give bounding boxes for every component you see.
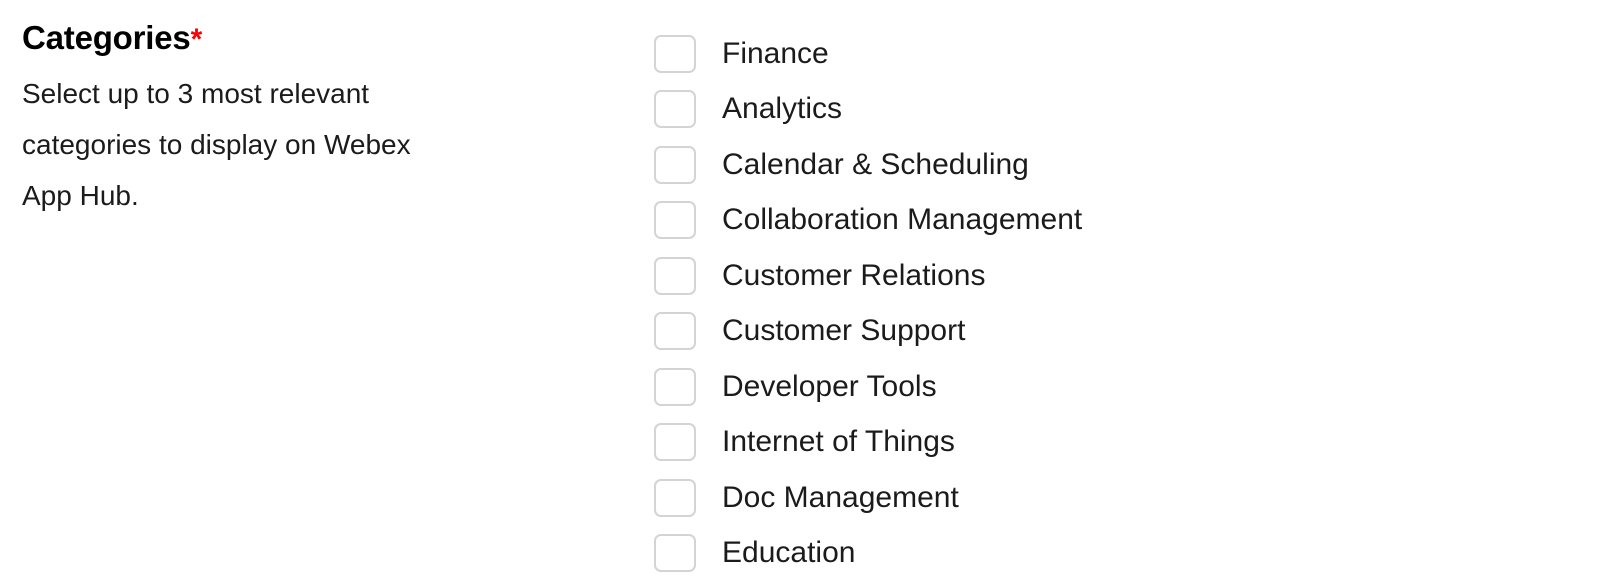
checkbox-label: Collaboration Management xyxy=(722,201,1082,239)
list-item[interactable]: Collaboration Management xyxy=(654,193,1554,249)
checkbox-internet-of-things[interactable] xyxy=(654,423,696,461)
checkbox-calendar-scheduling[interactable] xyxy=(654,146,696,184)
category-checkbox-list: Finance Analytics Calendar & Scheduling Col… xyxy=(654,26,1554,581)
list-item[interactable]: Education xyxy=(654,526,1554,581)
field-help-text: Select up to 3 most relevant categories … xyxy=(22,68,442,221)
list-item[interactable]: Customer Relations xyxy=(654,248,1554,304)
list-item[interactable]: Analytics xyxy=(654,82,1554,138)
checkbox-label: Calendar & Scheduling xyxy=(722,146,1029,184)
checkbox-label: Doc Management xyxy=(722,479,959,517)
checkbox-label: Developer Tools xyxy=(722,368,937,406)
list-item[interactable]: Customer Support xyxy=(654,304,1554,360)
field-label-column: Categories* Select up to 3 most relevant… xyxy=(22,18,542,221)
list-item[interactable]: Finance xyxy=(654,26,1554,82)
checkbox-developer-tools[interactable] xyxy=(654,368,696,406)
checkbox-finance[interactable] xyxy=(654,35,696,73)
list-item[interactable]: Doc Management xyxy=(654,470,1554,526)
checkbox-customer-relations[interactable] xyxy=(654,257,696,295)
checkbox-doc-management[interactable] xyxy=(654,479,696,517)
checkbox-label: Finance xyxy=(722,35,829,73)
checkbox-label: Analytics xyxy=(722,90,842,128)
checkbox-label: Customer Support xyxy=(722,312,965,350)
required-asterisk: * xyxy=(191,23,202,56)
checkbox-label: Internet of Things xyxy=(722,423,955,461)
categories-form-field: Categories* Select up to 3 most relevant… xyxy=(0,0,1614,560)
checkbox-collaboration-management[interactable] xyxy=(654,201,696,239)
list-item[interactable]: Developer Tools xyxy=(654,359,1554,415)
field-title-text: Categories xyxy=(22,19,191,56)
checkbox-label: Customer Relations xyxy=(722,257,985,295)
list-item[interactable]: Calendar & Scheduling xyxy=(654,137,1554,193)
page-title: Categories* xyxy=(22,18,542,58)
checkbox-analytics[interactable] xyxy=(654,90,696,128)
checkbox-label: Education xyxy=(722,534,855,572)
checkbox-customer-support[interactable] xyxy=(654,312,696,350)
list-item[interactable]: Internet of Things xyxy=(654,415,1554,471)
checkbox-education[interactable] xyxy=(654,534,696,572)
